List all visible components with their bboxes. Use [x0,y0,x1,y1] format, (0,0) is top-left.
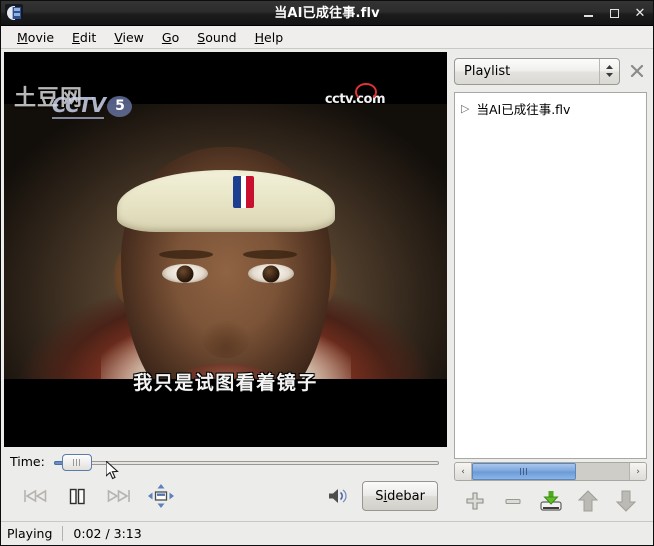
video-nose [198,292,253,358]
status-divider [62,526,64,541]
menu-help[interactable]: Help [246,28,293,47]
scroll-right-icon[interactable]: › [629,463,646,480]
title-bar: 当AI已成往事.flv ✕ [1,1,653,26]
scrollbar-thumb[interactable] [472,463,576,480]
scrollbar-track[interactable] [472,463,629,480]
maximize-icon[interactable] [607,6,621,20]
cctv-com-watermark: cctv.com [325,83,386,107]
cctv-ring-icon [354,83,377,101]
seek-thumb[interactable] [61,453,92,471]
list-item[interactable]: ▷ 当AI已成往事.flv [455,97,646,120]
nba-logo-icon [232,176,254,208]
playlist-sidebar: Playlist ▷ 当AI已成往事.flv ‹ › [450,49,653,521]
menu-view[interactable]: View [105,28,153,47]
seek-slider[interactable] [53,452,439,479]
playlist-list[interactable]: ▷ 当AI已成往事.flv [454,92,647,459]
fullscreen-icon[interactable] [140,480,182,512]
time-label: Time: [10,454,45,469]
seek-row: Time: [4,447,447,479]
pause-icon[interactable] [56,480,98,512]
video-brow-left [159,250,213,259]
cctv5-watermark: CCTV 5 [52,93,133,119]
cctv-wordmark: CCTV [52,93,106,119]
chevron-updown-icon[interactable] [600,64,619,78]
menu-go[interactable]: Go [153,28,188,47]
menu-bar: Movie Edit View Go Sound Help [1,26,653,49]
window-controls: ✕ [581,6,647,20]
playback-state: Playing [7,526,53,541]
arrow-up-icon[interactable] [573,486,603,516]
playlist-header: Playlist [454,56,647,86]
volume-icon[interactable] [322,480,356,512]
video-eye-left [162,264,208,283]
plus-icon[interactable] [460,486,490,516]
status-bar: Playing 0:02 / 3:13 [1,521,653,545]
cctv-channel-number: 5 [107,95,133,117]
next-chapter-icon[interactable] [98,480,140,512]
menu-movie[interactable]: Movie [8,28,63,47]
transport-controls: Si debar [4,476,447,516]
main-area: 土豆网 CCTV 5 cctv.com 我只是试图看着镜子 Time: S i … [1,49,653,521]
menu-edit[interactable]: Edit [63,28,105,47]
video-eye-right [248,264,294,283]
video-display[interactable]: 土豆网 CCTV 5 cctv.com 我只是试图看着镜子 [4,52,447,447]
scroll-left-icon[interactable]: ‹ [455,463,472,480]
playlist-horizontal-scrollbar[interactable]: ‹ › [454,462,647,481]
arrow-down-icon[interactable] [611,486,641,516]
sidebar-view-label: Playlist [464,63,511,79]
video-brow-right [243,250,297,259]
list-item-label: 当AI已成往事.flv [476,102,571,117]
window-title: 当AI已成往事.flv [274,6,380,21]
minimize-icon[interactable] [581,6,595,20]
menu-sound[interactable]: Sound [188,28,245,47]
media-player-window: 当AI已成往事.flv ✕ Movie Edit View Go Sound H… [0,0,654,546]
close-sidebar-icon[interactable] [627,61,647,81]
video-subtitle: 我只是试图看着镜子 [133,372,318,394]
player-pane: 土豆网 CCTV 5 cctv.com 我只是试图看着镜子 Time: S i … [1,49,450,521]
save-to-disk-icon[interactable] [536,486,566,516]
film-reel-icon [5,4,23,22]
playlist-toolbar [454,481,647,521]
seek-trough[interactable] [53,460,439,465]
playback-time: 0:02 / 3:13 [73,526,142,541]
previous-chapter-icon[interactable] [14,480,56,512]
close-icon[interactable]: ✕ [633,6,647,20]
play-marker-icon: ▷ [461,102,470,115]
sidebar-view-select[interactable]: Playlist [454,57,620,85]
sidebar-button[interactable]: Si debar [362,481,438,511]
minus-icon[interactable] [498,486,528,516]
